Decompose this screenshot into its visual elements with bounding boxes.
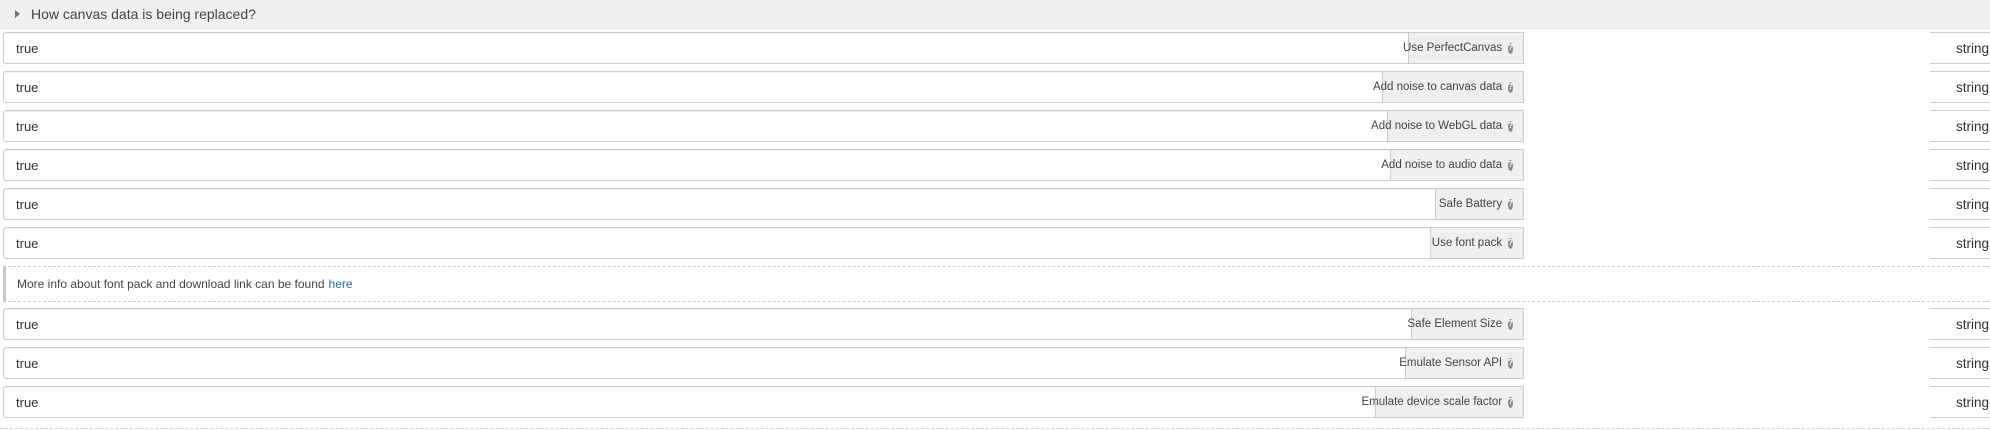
help-icon[interactable]: ? — [1508, 42, 1513, 54]
setting-row-emulate-device-scale: true Emulate device scale factor ? strin… — [3, 386, 1990, 418]
setting-type: string — [1930, 386, 1990, 418]
setting-value-input[interactable]: true — [3, 32, 1409, 64]
setting-type: string — [1930, 347, 1990, 379]
setting-type: string — [1930, 71, 1990, 103]
setting-label-text: Add noise to canvas data — [1372, 81, 1503, 93]
info-text: More info about font pack and download l… — [17, 277, 325, 291]
setting-row-safe-battery: true Safe Battery ? string — [3, 188, 1990, 220]
setting-label-text: Emulate Sensor API — [1399, 357, 1503, 369]
setting-label: Use font pack ? — [1430, 227, 1524, 259]
setting-value-input[interactable]: true — [3, 347, 1406, 379]
setting-row-noise-webgl: true Add noise to WebGL data ? string — [3, 110, 1990, 142]
settings-page: How canvas data is being replaced? true … — [0, 0, 1990, 430]
bottom-divider — [0, 428, 1990, 429]
help-icon[interactable]: ? — [1508, 396, 1513, 408]
setting-label: Use PerfectCanvas ? — [1403, 32, 1524, 64]
font-pack-info: More info about font pack and download l… — [3, 266, 1990, 302]
setting-type: string — [1930, 149, 1990, 181]
setting-label: Add noise to audio data ? — [1381, 149, 1524, 181]
setting-value-input[interactable]: true — [3, 188, 1436, 220]
help-icon[interactable]: ? — [1508, 81, 1513, 93]
setting-label-text: Emulate device scale factor — [1361, 396, 1503, 408]
section-title: How canvas data is being replaced? — [31, 6, 256, 22]
setting-value-input[interactable]: true — [3, 71, 1383, 103]
help-icon[interactable]: ? — [1508, 357, 1513, 369]
setting-type: string — [1930, 227, 1990, 259]
setting-label: Safe Battery ? — [1435, 188, 1524, 220]
setting-label: Emulate device scale factor ? — [1361, 386, 1524, 418]
font-pack-link[interactable]: here — [329, 277, 353, 291]
help-icon[interactable]: ? — [1508, 318, 1513, 330]
setting-value-input[interactable]: true — [3, 227, 1431, 259]
setting-label-text: Add noise to audio data — [1381, 159, 1503, 171]
help-icon[interactable]: ? — [1508, 120, 1513, 132]
setting-row-safe-element-size: true Safe Element Size ? string — [3, 308, 1990, 340]
help-icon[interactable]: ? — [1508, 159, 1513, 171]
setting-label: Add noise to WebGL data ? — [1371, 110, 1524, 142]
setting-label: Safe Element Size ? — [1407, 308, 1524, 340]
setting-label-text: Use PerfectCanvas — [1403, 42, 1503, 54]
section-header[interactable]: How canvas data is being replaced? — [0, 0, 1990, 29]
caret-right-icon[interactable] — [15, 10, 20, 18]
setting-label-text: Add noise to WebGL data — [1371, 120, 1503, 132]
help-icon[interactable]: ? — [1508, 198, 1513, 210]
setting-row-use-font-pack: true Use font pack ? string — [3, 227, 1990, 259]
setting-type: string — [1930, 188, 1990, 220]
setting-type: string — [1930, 32, 1990, 64]
setting-label: Emulate Sensor API ? — [1399, 347, 1524, 379]
help-icon[interactable]: ? — [1508, 237, 1513, 249]
settings-rows: true Use PerfectCanvas ? string true Add… — [0, 32, 1990, 425]
setting-label-text: Use font pack — [1431, 237, 1503, 249]
setting-label-text: Safe Battery — [1438, 198, 1503, 210]
setting-row-noise-canvas: true Add noise to canvas data ? string — [3, 71, 1990, 103]
setting-label-text: Safe Element Size — [1407, 318, 1503, 330]
setting-value-input[interactable]: true — [3, 386, 1376, 418]
setting-value-input[interactable]: true — [3, 308, 1412, 340]
setting-row-emulate-sensor-api: true Emulate Sensor API ? string — [3, 347, 1990, 379]
setting-value-input[interactable]: true — [3, 149, 1391, 181]
setting-row-noise-audio: true Add noise to audio data ? string — [3, 149, 1990, 181]
setting-row-use-perfectcanvas: true Use PerfectCanvas ? string — [3, 32, 1990, 64]
setting-type: string — [1930, 308, 1990, 340]
setting-type: string — [1930, 110, 1990, 142]
setting-value-input[interactable]: true — [3, 110, 1388, 142]
setting-label: Add noise to canvas data ? — [1373, 71, 1524, 103]
